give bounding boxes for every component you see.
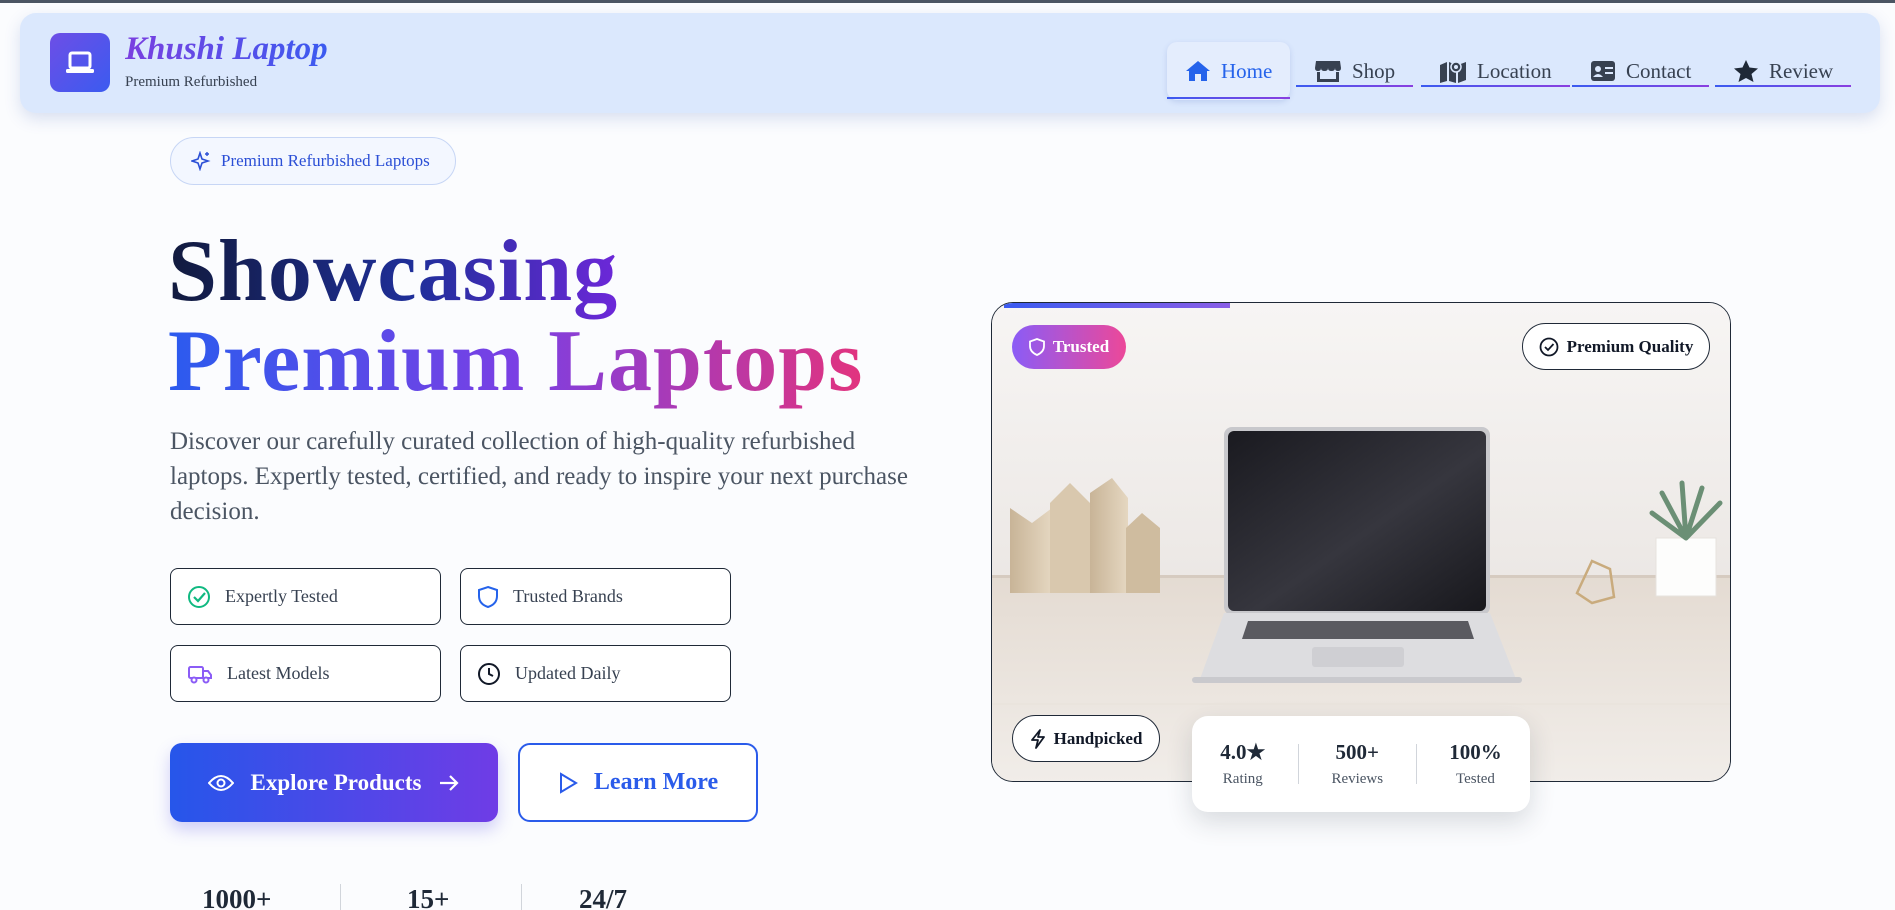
shield-icon: [477, 585, 499, 609]
store-icon: [1314, 59, 1342, 83]
sparkle-icon: [191, 151, 211, 171]
feature-label: Updated Daily: [515, 663, 621, 683]
card-progress-bar: [1004, 303, 1230, 308]
stat-divider: [1297, 744, 1299, 784]
nav-location[interactable]: Location: [1421, 42, 1570, 100]
stat-rating: 4.0★ Rating: [1220, 740, 1265, 788]
nav-location-label: Location: [1477, 58, 1552, 83]
learn-more-label: Learn More: [593, 769, 719, 795]
feature-expertly-tested: Expertly Tested: [170, 568, 441, 625]
lightning-icon: [1030, 728, 1046, 749]
feature-latest-models: Latest Models: [170, 645, 441, 702]
stat-divider: [340, 884, 341, 910]
check-circle-icon: [1539, 337, 1559, 357]
bottom-stat-brands: 15+: [407, 884, 450, 910]
nav-contact[interactable]: Contact: [1572, 42, 1710, 100]
feature-label: Trusted Brands: [513, 586, 623, 606]
arrow-right-icon: [438, 773, 460, 793]
brand-name[interactable]: Khushi Laptop: [125, 31, 328, 68]
stat-reviews: 500+ Reviews: [1331, 740, 1383, 788]
play-icon: [558, 771, 578, 794]
hero-description: Discover our carefully curated collectio…: [170, 428, 908, 525]
laptop-logo-icon[interactable]: [50, 33, 110, 92]
stat-value: 4.0★: [1220, 740, 1266, 764]
map-icon: [1439, 59, 1467, 83]
star-icon: [1733, 59, 1759, 83]
hero-pill-badge: Premium Refurbished Laptops: [170, 137, 456, 185]
premium-quality-label: Premium Quality: [1566, 336, 1694, 356]
stat-tested: 100% Tested: [1449, 740, 1502, 788]
explore-products-button[interactable]: Explore Products: [170, 743, 498, 822]
clock-icon: [477, 662, 501, 686]
trusted-badge-label: Trusted: [1052, 337, 1110, 356]
bottom-stat-customers: 1000+: [202, 884, 272, 910]
hero-title-line2: Premium Laptops: [168, 313, 864, 410]
nav-home[interactable]: Home: [1167, 42, 1291, 100]
hero-pill-label: Premium Refurbished Laptops: [221, 151, 430, 170]
feature-label: Expertly Tested: [225, 586, 338, 606]
nav-contact-label: Contact: [1626, 58, 1692, 83]
hero-image-card: Trusted Premium Quality Handpicked: [991, 302, 1731, 782]
bottom-stat-support: 24/7: [579, 884, 628, 910]
learn-more-button[interactable]: Learn More: [518, 743, 758, 822]
trusted-badge: Trusted: [1012, 325, 1126, 369]
nav-shop-label: Shop: [1352, 58, 1396, 83]
contact-card-icon: [1590, 60, 1616, 82]
nav-review-label: Review: [1769, 58, 1834, 83]
nav-home-label: Home: [1221, 58, 1273, 83]
feature-updated-daily: Updated Daily: [460, 645, 731, 702]
hero-title-line1: Showcasing: [168, 223, 619, 320]
stat-label: Tested: [1455, 771, 1495, 787]
shield-icon: [1028, 338, 1045, 356]
feature-trusted-brands: Trusted Brands: [460, 568, 731, 625]
brand-tagline: Premium Refurbished: [125, 74, 258, 90]
nav-shop[interactable]: Shop: [1296, 42, 1414, 100]
explore-products-label: Explore Products: [250, 769, 422, 795]
stat-label: Rating: [1222, 771, 1263, 787]
stat-divider: [1415, 744, 1417, 784]
home-icon: [1185, 59, 1211, 83]
check-circle-icon: [187, 585, 211, 609]
stat-divider: [521, 884, 522, 910]
nav-review[interactable]: Review: [1715, 42, 1852, 100]
feature-label: Latest Models: [227, 663, 330, 683]
handpicked-label: Handpicked: [1053, 728, 1143, 748]
stat-value: 100%: [1449, 740, 1502, 764]
truck-icon: [187, 663, 213, 685]
stat-label: Reviews: [1331, 771, 1384, 787]
premium-quality-badge: Premium Quality: [1522, 323, 1710, 370]
eye-icon: [208, 773, 235, 793]
laptop-desk-photo: [992, 303, 1730, 781]
stat-value: 500+: [1335, 740, 1379, 764]
navbar: Khushi Laptop Premium Refurbished Home S…: [20, 13, 1880, 113]
rating-stats-card: 4.0★ Rating 500+ Reviews 100% Tested: [1192, 716, 1530, 812]
window-top-border: [0, 0, 1895, 3]
handpicked-badge: Handpicked: [1012, 715, 1160, 762]
